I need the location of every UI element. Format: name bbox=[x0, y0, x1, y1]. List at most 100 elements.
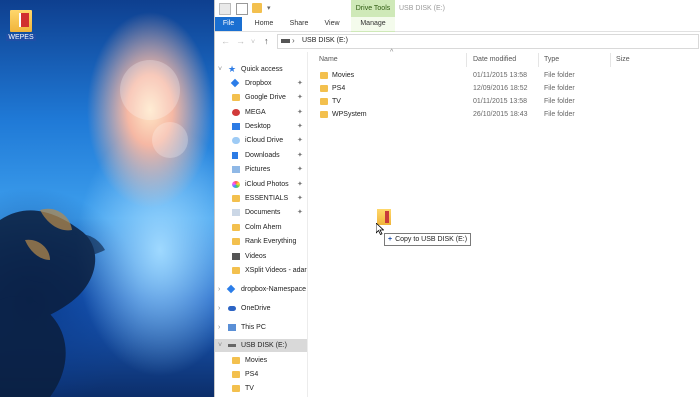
onedrive-icon bbox=[228, 306, 236, 311]
sidebar-item-quick-access[interactable]: ˅ ★ Quick access bbox=[215, 63, 307, 76]
sidebar-item-label: dropbox-Namespace bbox=[241, 286, 306, 293]
sidebar-item-label: OneDrive bbox=[241, 305, 271, 312]
sidebar-item-documents[interactable]: Documents ✦ bbox=[215, 206, 307, 219]
sidebar-item-videos[interactable]: Videos bbox=[215, 250, 307, 263]
sidebar-item-movies[interactable]: Movies bbox=[215, 354, 307, 367]
pin-icon[interactable]: ✦ bbox=[297, 206, 303, 219]
sidebar-item-pictures[interactable]: Pictures ✦ bbox=[215, 163, 307, 176]
drive-tools-label: Drive Tools bbox=[351, 0, 395, 17]
recent-locations-icon[interactable]: ˅ bbox=[251, 37, 255, 49]
sidebar-item-essentials[interactable]: ESSENTIALS ✦ bbox=[215, 192, 307, 205]
pin-icon[interactable]: ✦ bbox=[297, 134, 303, 147]
sidebar-item-label: Quick access bbox=[241, 66, 283, 73]
desktop-icon-wepes[interactable]: WEPES bbox=[6, 10, 36, 41]
column-headers: ^ Name Date modified Type Size bbox=[308, 49, 700, 70]
up-arrow-icon[interactable]: ↑ bbox=[264, 35, 269, 47]
checkmark-icon[interactable] bbox=[236, 3, 248, 15]
sidebar-item-label: Pictures bbox=[245, 166, 271, 173]
sidebar-item-onedrive[interactable]: › OneDrive bbox=[215, 302, 307, 315]
sidebar-item-label: ESSENTIALS bbox=[245, 195, 289, 202]
icloud-icon bbox=[232, 137, 240, 144]
new-folder-icon[interactable] bbox=[252, 3, 262, 13]
file-row[interactable]: WPSystem 26/10/2015 18:43 File folder bbox=[308, 109, 700, 121]
sidebar-item-colm-ahern[interactable]: Colm Ahern bbox=[215, 221, 307, 234]
pin-icon[interactable]: ✦ bbox=[297, 149, 303, 162]
usb-drive-icon bbox=[228, 344, 236, 347]
chevron-down-icon[interactable]: ˅ bbox=[218, 63, 222, 76]
file-type: File folder bbox=[544, 111, 575, 118]
file-type: File folder bbox=[544, 85, 575, 92]
sort-ascending-icon: ^ bbox=[390, 49, 394, 56]
sidebar-item-mega[interactable]: MEGA ✦ bbox=[215, 106, 307, 119]
file-name: TV bbox=[332, 98, 341, 105]
column-divider[interactable] bbox=[466, 53, 467, 67]
tab-file[interactable]: File bbox=[215, 17, 242, 31]
chevron-right-icon[interactable]: › bbox=[218, 321, 220, 334]
pin-icon[interactable]: ✦ bbox=[297, 192, 303, 205]
file-row[interactable]: Movies 01/11/2015 13:58 File folder bbox=[308, 70, 700, 82]
sidebar-item-usb-disk[interactable]: ˅ USB DISK (E:) bbox=[215, 339, 307, 352]
sidebar-item-label: Rank Everything bbox=[245, 238, 297, 245]
sidebar-item-this-pc[interactable]: › This PC bbox=[215, 321, 307, 334]
sidebar-item-label: Desktop bbox=[245, 123, 271, 130]
window-title: USB DISK (E:) bbox=[399, 5, 445, 12]
pin-icon[interactable]: ✦ bbox=[297, 178, 303, 191]
sidebar-item-icloud-photos[interactable]: iCloud Photos ✦ bbox=[215, 178, 307, 191]
back-arrow-icon[interactable]: ← bbox=[221, 35, 230, 47]
chevron-down-icon[interactable]: ▾ bbox=[267, 4, 271, 12]
sidebar-item-desktop[interactable]: Desktop ✦ bbox=[215, 120, 307, 133]
explorer-window: ▾ Drive Tools USB DISK (E:) File Home Sh… bbox=[214, 0, 700, 397]
dropbox-icon bbox=[226, 284, 236, 294]
photos-icon bbox=[232, 181, 240, 188]
column-header-date[interactable]: Date modified bbox=[473, 50, 516, 70]
navigation-pane: ˅ ★ Quick access Dropbox ✦ Google Drive … bbox=[215, 52, 308, 397]
column-header-type[interactable]: Type bbox=[544, 50, 559, 70]
sidebar-item-downloads[interactable]: Downloads ✦ bbox=[215, 149, 307, 162]
file-name: Movies bbox=[332, 72, 355, 79]
pin-icon[interactable]: ✦ bbox=[297, 120, 303, 133]
folder-icon bbox=[232, 267, 240, 274]
pin-icon[interactable]: ✦ bbox=[297, 163, 303, 176]
sidebar-item-dropbox[interactable]: Dropbox ✦ bbox=[215, 77, 307, 90]
wallpaper-art bbox=[0, 60, 188, 397]
tab-view[interactable]: View bbox=[319, 17, 345, 31]
file-name: PS4 bbox=[332, 85, 346, 92]
folder-icon bbox=[232, 357, 240, 364]
chevron-right-icon[interactable]: › bbox=[292, 36, 295, 45]
sidebar-item-label: Movies bbox=[245, 357, 268, 364]
pin-icon[interactable]: ✦ bbox=[297, 106, 303, 119]
folder-icon bbox=[232, 371, 240, 378]
sidebar-item-xsplit-videos[interactable]: XSplit Videos - adar bbox=[215, 264, 307, 277]
pin-icon[interactable]: ✦ bbox=[297, 91, 303, 104]
tab-home[interactable]: Home bbox=[249, 17, 279, 31]
column-header-size[interactable]: Size bbox=[616, 50, 630, 70]
file-row[interactable]: TV 01/11/2015 13:58 File folder bbox=[308, 96, 700, 108]
folder-icon bbox=[232, 94, 240, 101]
file-type: File folder bbox=[544, 98, 575, 105]
file-row[interactable]: PS4 12/09/2016 18:52 File folder bbox=[308, 83, 700, 95]
forward-arrow-icon[interactable]: → bbox=[236, 35, 245, 47]
pc-icon bbox=[228, 324, 236, 331]
sidebar-item-label: XSplit Videos - adar bbox=[245, 267, 307, 274]
column-header-name[interactable]: Name bbox=[319, 50, 338, 70]
tab-manage[interactable]: Manage bbox=[351, 17, 395, 32]
sidebar-item-tv[interactable]: TV bbox=[215, 382, 307, 395]
sidebar-item-dropbox-namespace[interactable]: › dropbox-Namespace bbox=[215, 283, 307, 296]
sidebar-item-rank-everything[interactable]: Rank Everything bbox=[215, 235, 307, 248]
chevron-right-icon[interactable]: › bbox=[218, 283, 220, 296]
column-divider[interactable] bbox=[538, 53, 539, 67]
pin-icon[interactable]: ✦ bbox=[297, 77, 303, 90]
file-date: 26/10/2015 18:43 bbox=[473, 111, 528, 118]
sidebar-item-icloud-drive[interactable]: iCloud Drive ✦ bbox=[215, 134, 307, 147]
sidebar-item-google-drive[interactable]: Google Drive ✦ bbox=[215, 91, 307, 104]
chevron-down-icon[interactable]: ˅ bbox=[218, 339, 222, 352]
folder-icon bbox=[232, 224, 240, 231]
tab-share[interactable]: Share bbox=[285, 17, 313, 31]
sidebar-item-label: iCloud Drive bbox=[245, 137, 284, 144]
usb-drive-icon bbox=[281, 39, 290, 43]
sidebar-item-ps4[interactable]: PS4 bbox=[215, 368, 307, 381]
chevron-right-icon[interactable]: › bbox=[218, 302, 220, 315]
address-bar[interactable]: › USB DISK (E:) bbox=[277, 34, 699, 49]
navigation-bar: ← → ˅ ↑ › USB DISK (E:) bbox=[215, 32, 700, 50]
column-divider[interactable] bbox=[610, 53, 611, 67]
